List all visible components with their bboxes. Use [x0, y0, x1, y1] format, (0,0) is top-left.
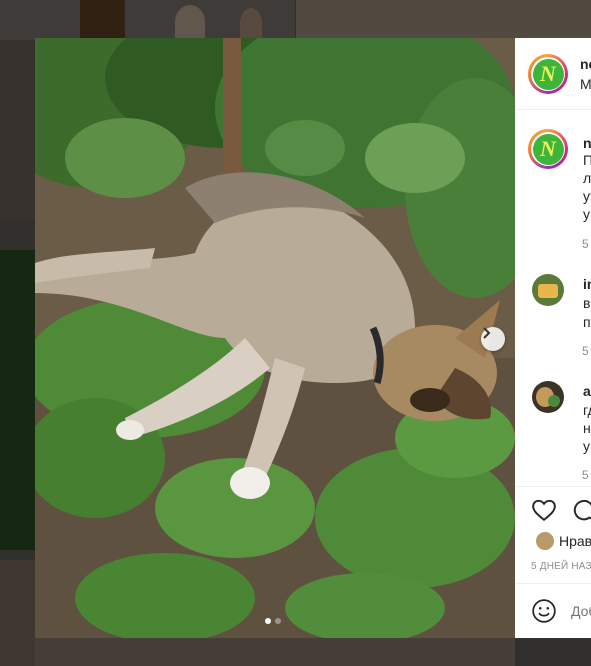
- carousel-indicator: [265, 618, 281, 624]
- comment-avatar[interactable]: N: [528, 129, 568, 169]
- comment-text-line: ут: [583, 188, 591, 204]
- comment-text-line: уб: [583, 438, 591, 454]
- comment-text-line: в: [583, 295, 591, 311]
- next-slide-button[interactable]: [481, 327, 505, 351]
- heart-icon: [532, 499, 556, 521]
- liker-avatar[interactable]: [535, 531, 555, 551]
- comment-time[interactable]: 5: [582, 237, 589, 251]
- comment-text-line: н: [583, 420, 591, 436]
- post-location[interactable]: М: [580, 76, 591, 92]
- comment-input[interactable]: [571, 603, 591, 619]
- likes-summary[interactable]: Нрав: [559, 533, 591, 549]
- comment-time[interactable]: 5: [582, 344, 589, 358]
- comment-text-line: П: [583, 152, 591, 168]
- comment-username[interactable]: al: [583, 383, 591, 399]
- comment-bubble-icon: [573, 499, 591, 521]
- comment-username[interactable]: ne: [583, 135, 591, 151]
- comment-button[interactable]: [571, 497, 591, 523]
- like-button[interactable]: [531, 497, 557, 523]
- comment-avatar[interactable]: [532, 381, 564, 413]
- comment-text-line: п: [583, 314, 591, 330]
- post-header: N ne М: [515, 38, 591, 110]
- comment-username[interactable]: in: [583, 276, 591, 292]
- comment-avatar-logo: N: [532, 133, 564, 165]
- post-actions: Нрав 5 ДНЕЙ НАЗА: [515, 486, 591, 638]
- post-date[interactable]: 5 ДНЕЙ НАЗА: [531, 561, 591, 572]
- emoji-smile-icon: [532, 599, 556, 623]
- comment-time[interactable]: 5: [582, 468, 589, 482]
- carousel-dot-active: [265, 618, 271, 624]
- comment-text-line: гд: [583, 402, 591, 418]
- author-avatar[interactable]: N: [528, 54, 568, 94]
- dog-photo-image: [35, 38, 515, 638]
- chevron-right-icon: [483, 327, 491, 339]
- emoji-button[interactable]: [531, 598, 557, 624]
- comment-text-line: ле: [583, 170, 591, 186]
- author-avatar-logo: N: [532, 58, 564, 90]
- post-photo[interactable]: [35, 38, 515, 638]
- post-details-panel: N ne М N ne П ле ут у 5 in в п 5 al гд н…: [515, 38, 591, 638]
- carousel-dot: [275, 618, 281, 624]
- author-username[interactable]: ne: [580, 56, 591, 72]
- comment-text-line: у: [583, 206, 590, 222]
- comment-bar: [515, 583, 591, 638]
- comment-avatar[interactable]: [532, 274, 564, 306]
